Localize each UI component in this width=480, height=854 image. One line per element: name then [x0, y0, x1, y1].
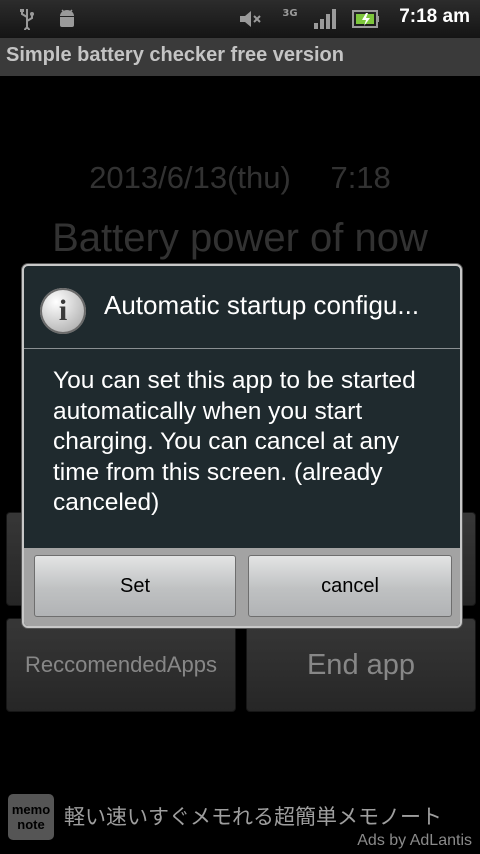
info-icon: i: [40, 288, 86, 334]
set-button-label: Set: [119, 574, 151, 597]
status-bar: 3G 7:18 am: [0, 0, 480, 38]
ad-text[interactable]: 軽い速いすぐメモれる超簡単メモノート: [64, 801, 442, 831]
mute-icon: [238, 8, 264, 30]
cancel-button[interactable]: cancel: [248, 555, 452, 617]
dialog-divider: [24, 348, 460, 349]
network-3g-icon: 3G: [278, 8, 302, 30]
dialog-message: You can set this app to be started autom…: [53, 367, 416, 516]
usb-icon: [16, 8, 38, 30]
clock-time: 7:18 am: [399, 6, 470, 27]
memo-logo-line2: note: [17, 817, 45, 832]
dialog-title: Automatic startup configu...: [104, 290, 420, 320]
network-3g-label: 3G: [282, 8, 298, 19]
ad-attribution: Ads by AdLantis: [357, 832, 472, 849]
memo-logo-line1: memo: [11, 802, 51, 817]
signal-icon: [312, 8, 338, 30]
battery-charging-icon: [352, 8, 380, 30]
app-title-bar: Simple battery checker free version: [0, 38, 480, 76]
dialog-header: i Automatic startup configu...: [24, 266, 460, 348]
set-button[interactable]: Set: [34, 555, 236, 617]
info-icon-glyph: i: [58, 294, 68, 327]
android-debug-icon: [56, 8, 78, 30]
auto-startup-dialog: i Automatic startup configu... You can s…: [22, 264, 462, 628]
cancel-button-label: cancel: [321, 574, 379, 597]
app-title: Simple battery checker free version: [6, 44, 344, 66]
memo-note-logo[interactable]: memo note: [8, 794, 54, 840]
